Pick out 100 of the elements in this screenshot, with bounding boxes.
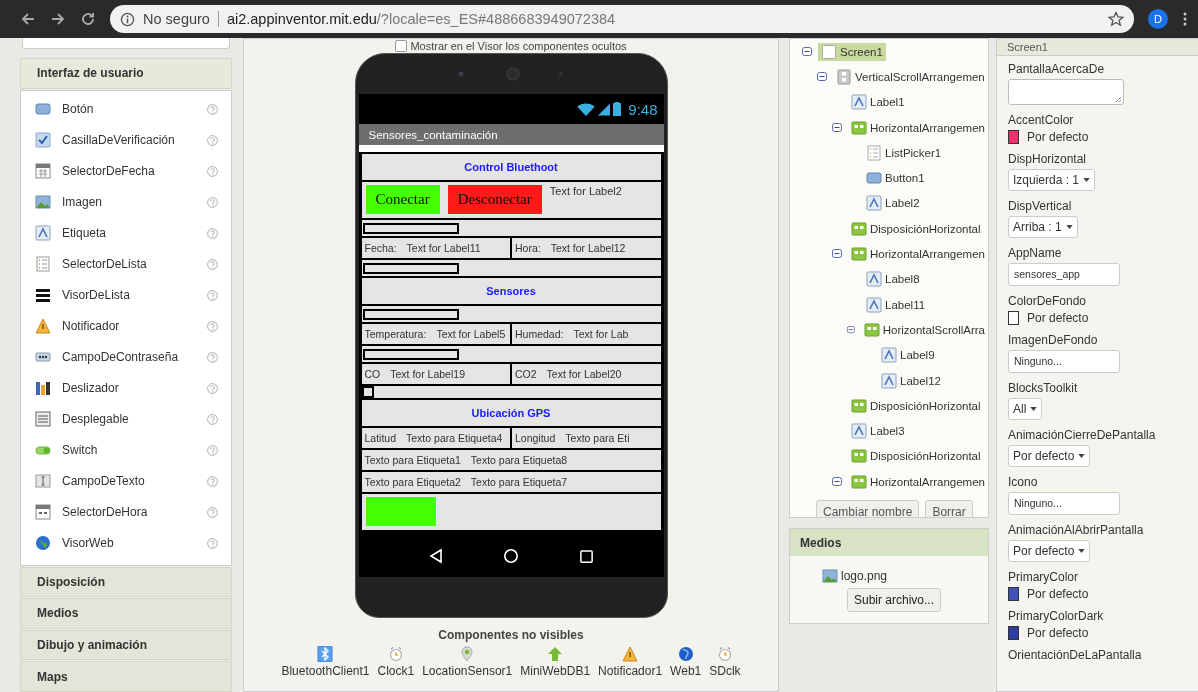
bookmark-star-icon[interactable] <box>1108 11 1124 27</box>
profile-avatar[interactable]: D <box>1148 9 1168 29</box>
collapse-icon[interactable] <box>832 476 842 487</box>
collapse-icon[interactable] <box>817 71 827 82</box>
dropdown[interactable]: All <box>1008 398 1043 420</box>
collapse-icon[interactable] <box>832 122 842 133</box>
media-file-name[interactable]: logo.png <box>841 569 888 583</box>
clock-icon <box>387 646 404 662</box>
palette-item[interactable]: VisorWeb <box>21 527 231 559</box>
tree-item[interactable]: HorizontalScrollArra <box>860 320 988 339</box>
input-field[interactable]: sensores_app <box>1008 263 1120 286</box>
palette-item[interactable]: CampoDeContraseña <box>21 341 231 373</box>
label-preview: Texto para Etiqueta4 <box>406 432 503 444</box>
color-swatch[interactable] <box>1008 626 1019 640</box>
palette-item-label: Notificador <box>62 319 121 333</box>
checkbox[interactable] <box>395 39 408 52</box>
listview-icon <box>35 287 51 303</box>
label-icon <box>35 225 51 241</box>
label-preview: Fecha: <box>364 242 397 254</box>
tree-item[interactable]: HorizontalArrangemen <box>847 245 988 263</box>
palette-item[interactable]: CampoDeTexto <box>21 465 231 497</box>
palette-section-header[interactable]: Interfaz de usuario <box>20 57 232 89</box>
property-label: PantallaAcercaDe <box>1008 62 1105 76</box>
label-preview: Text for Label12 <box>550 242 626 254</box>
palette-item[interactable]: Botón <box>21 93 231 125</box>
tree-action-button[interactable]: Borrar <box>925 500 973 517</box>
wifi-icon <box>577 102 596 116</box>
palette-item[interactable]: CasillaDeVerificación <box>21 124 231 156</box>
tree-item[interactable]: Label2 <box>863 194 923 213</box>
checkbox-label: Mostrar en el Visor los componentes ocultos <box>410 40 627 51</box>
recents-icon <box>578 548 594 564</box>
palette-item[interactable]: Etiqueta <box>21 217 231 249</box>
palette-item[interactable]: SelectorDeLista <box>21 248 231 280</box>
dropdown[interactable]: Arriba : 1 <box>1008 216 1078 238</box>
arrangement-icon <box>851 397 867 414</box>
menu-icon[interactable] <box>1182 11 1188 27</box>
arrangement-icon <box>850 119 867 136</box>
tree-action-button[interactable]: Cambiar nombre <box>816 500 920 517</box>
color-swatch[interactable] <box>1008 311 1019 325</box>
search-field[interactable] <box>22 38 230 49</box>
tree-item[interactable]: Label1 <box>848 93 908 112</box>
palette-item[interactable]: Notificador <box>21 310 231 342</box>
palette-section-header[interactable]: Disposición <box>20 566 232 598</box>
collapse-icon[interactable] <box>847 324 855 335</box>
palette-item[interactable]: SelectorDeFecha <box>21 155 231 187</box>
tree-item[interactable]: VerticalScrollArrangemen <box>833 67 988 86</box>
button-preview: Conectar <box>365 185 440 214</box>
dropdown[interactable]: Izquierda : 1 <box>1008 169 1096 191</box>
help-icon <box>206 350 219 364</box>
palette-item[interactable]: Switch <box>21 434 231 466</box>
label-preview: Text for Label11 <box>406 242 481 254</box>
calendar-icon <box>35 163 51 179</box>
tree-item[interactable]: Screen1 <box>818 42 886 61</box>
component-label: Clock1 <box>377 664 415 678</box>
tree-item[interactable]: DisposiciónHorizontal <box>848 447 984 466</box>
color-swatch[interactable] <box>1008 130 1019 144</box>
component-label: SDclk <box>709 664 741 678</box>
collapse-icon[interactable] <box>802 46 812 57</box>
tree-item[interactable]: Label11 <box>863 295 929 314</box>
palette-section-header[interactable]: Maps <box>20 661 232 692</box>
tree-item[interactable]: DisposiciónHorizontal <box>848 396 984 415</box>
help-icon <box>206 257 219 271</box>
upload-button[interactable]: Subir archivo... <box>847 588 942 612</box>
back-icon[interactable] <box>20 11 36 27</box>
dropdown[interactable]: Por defecto <box>1008 445 1091 467</box>
color-swatch[interactable] <box>1008 587 1019 601</box>
tree-item[interactable]: DisposiciónHorizontal <box>848 219 984 238</box>
color-value: Por defecto <box>1027 587 1089 601</box>
tree-item[interactable]: Button1 <box>863 169 928 188</box>
input-field[interactable]: Ninguno... <box>1008 492 1120 515</box>
tree-item[interactable]: Label8 <box>863 270 923 289</box>
address-bar[interactable]: No seguro ai2.appinventor.mit.edu/?locale=es_ES#4886683949072384 <box>110 5 1134 33</box>
label-preview: Text for Label2 <box>549 185 622 197</box>
palette-item[interactable]: Imagen <box>21 186 231 218</box>
tree-item[interactable]: HorizontalArrangemen <box>847 472 988 491</box>
help-icon <box>206 443 219 457</box>
url-text: ai2.appinventor.mit.edu/?locale=es_ES#4886683949072384 <box>226 11 616 27</box>
property-label: BlocksToolkit <box>1008 381 1078 395</box>
input-field[interactable]: Ninguno... <box>1008 350 1120 373</box>
palette-item[interactable]: SelectorDeHora <box>21 496 231 528</box>
palette-item[interactable]: Desplegable <box>21 403 231 435</box>
help-icon <box>206 412 219 426</box>
property-label: AnimaciónAlAbrirPantalla <box>1008 523 1144 537</box>
tree-item[interactable]: HorizontalArrangemen <box>847 118 988 137</box>
palette-section-header[interactable]: Medios <box>20 598 232 629</box>
tree-item[interactable]: Label9 <box>878 346 938 365</box>
panel-header: Screen1 <box>997 39 1198 56</box>
forward-icon[interactable] <box>50 11 66 27</box>
palette-item[interactable]: Deslizador <box>21 372 231 404</box>
tree-item[interactable]: Label3 <box>848 422 908 441</box>
palette-section-header[interactable]: Dibujo y animación <box>20 629 232 661</box>
label-preview: Hora: <box>515 242 541 254</box>
reload-icon[interactable] <box>80 11 96 27</box>
dropdown[interactable]: Por defecto <box>1008 540 1091 562</box>
caret-icon <box>1083 178 1091 182</box>
palette-item[interactable]: VisorDeLista <box>21 279 231 311</box>
palette-item-label: SelectorDeHora <box>62 505 149 519</box>
collapse-icon[interactable] <box>832 249 842 259</box>
tree-item[interactable]: ListPicker1 <box>863 143 945 162</box>
tree-item[interactable]: Label12 <box>878 371 944 390</box>
